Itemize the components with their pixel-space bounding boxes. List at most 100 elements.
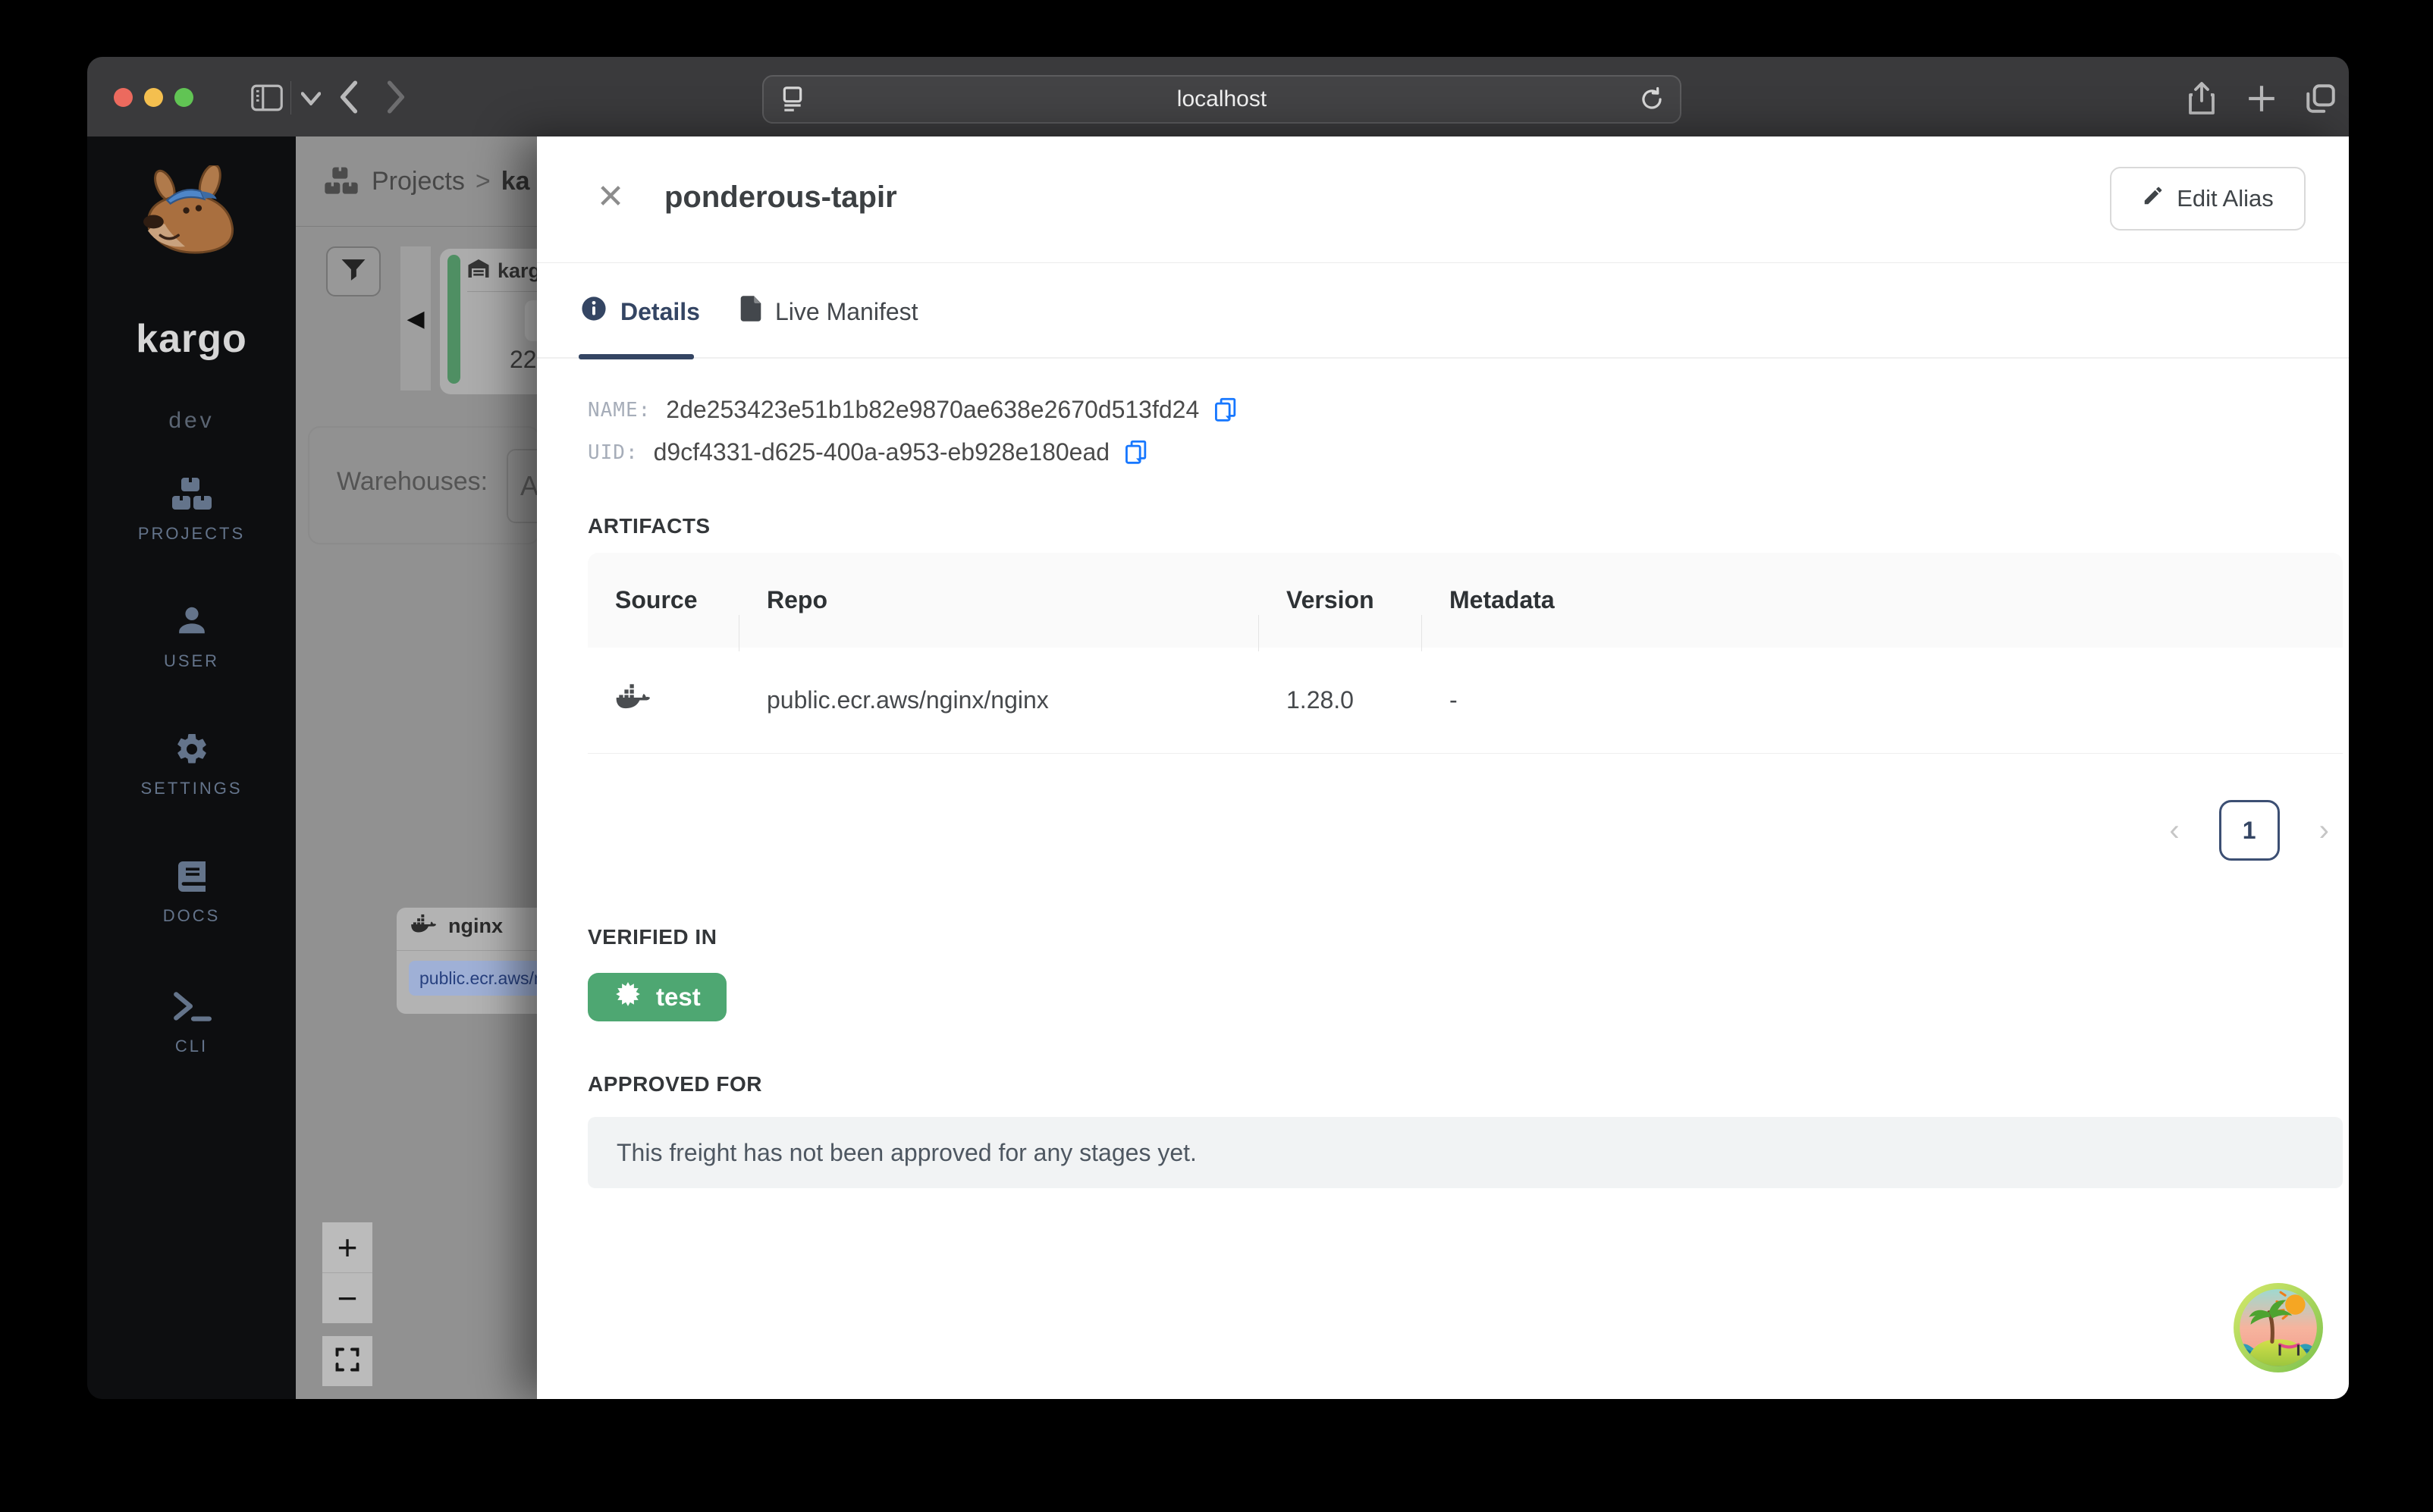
minimize-window-button[interactable] (144, 88, 163, 107)
filter-button[interactable] (326, 246, 381, 296)
breadcrumb-separator: > (475, 166, 491, 196)
address-text[interactable]: localhost (805, 86, 1639, 112)
breadcrumb: Projects > ka (296, 136, 537, 227)
kargo-mascot-logo (87, 163, 296, 264)
verified-in-heading: VERIFIED IN (588, 925, 717, 949)
column-header-metadata: Metadata (1449, 586, 1555, 613)
toolbar-divider (290, 81, 291, 114)
breadcrumb-current-project[interactable]: ka (501, 167, 530, 196)
docker-icon (615, 683, 650, 717)
close-window-button[interactable] (114, 88, 133, 107)
refresh-icon[interactable] (1639, 86, 1665, 112)
docker-icon (410, 914, 436, 939)
chevron-down-icon[interactable] (301, 92, 321, 105)
table-header-row: Source Repo Version Metadata (588, 553, 2343, 651)
forward-button[interactable] (385, 80, 407, 114)
minus-icon: − (337, 1278, 358, 1318)
active-tab-indicator (579, 354, 694, 359)
boxes-icon (325, 166, 358, 196)
warehouses-label: Warehouses: (337, 467, 488, 496)
tab-label: Live Manifest (775, 297, 918, 325)
sidebar-item-label: USER (163, 651, 220, 670)
copy-icon[interactable] (1125, 440, 1147, 466)
card-divider (467, 291, 537, 292)
warehouses-filter-select[interactable]: Al (507, 449, 537, 523)
drawer-header: ✕ ponderous-tapir Edit Alias (537, 136, 2349, 263)
share-icon[interactable] (2187, 81, 2217, 116)
warehouse-pipeline-card[interactable]: karg 22 (440, 249, 537, 394)
sidebar-item-label: PROJECTS (137, 524, 246, 543)
sidebar-item-cli[interactable]: CLI (87, 989, 296, 1056)
node-title: nginx (448, 914, 503, 937)
background-page: Projects > ka ◀ karg 22 Warehouses: A ng… (296, 136, 537, 1399)
artifacts-table: Source Repo Version Metadata public.ecr.… (588, 553, 2343, 754)
plus-icon: + (337, 1228, 358, 1267)
nginx-stage-node[interactable]: nginx public.ecr.aws/nginx (397, 908, 537, 1014)
approved-for-heading: APPROVED FOR (588, 1072, 763, 1096)
sidebar-item-docs[interactable]: DOCS (87, 858, 296, 926)
node-repo-pill[interactable]: public.ecr.aws/nginx (409, 961, 537, 996)
name-label: NAME: (588, 398, 651, 422)
tab-live-manifest[interactable]: Live Manifest (740, 296, 918, 328)
sidebar-item-label: DOCS (162, 906, 221, 925)
boxes-icon (171, 478, 212, 516)
approved-for-empty-state: This freight has not been approved for a… (588, 1117, 2343, 1188)
pencil-icon (2142, 184, 2165, 213)
column-header-source: Source (588, 586, 739, 651)
zoom-in-button[interactable]: + (322, 1222, 372, 1273)
next-page-icon[interactable]: › (2319, 815, 2329, 845)
file-icon (740, 296, 761, 328)
back-button[interactable] (337, 80, 360, 114)
sidebar-toggle-icon[interactable] (251, 84, 283, 111)
info-icon (581, 296, 607, 328)
previous-page-icon[interactable]: ‹ (2169, 815, 2179, 845)
table-pagination: ‹ 1 › (588, 800, 2343, 861)
collapse-panel-handle[interactable]: ◀ (400, 246, 431, 391)
sidebar-item-user[interactable]: USER (87, 604, 296, 671)
warehouses-filter-value: Al (520, 470, 537, 501)
new-tab-icon[interactable] (2246, 83, 2278, 114)
verified-stage-badge[interactable]: test (588, 973, 727, 1021)
copy-icon[interactable] (1214, 397, 1237, 423)
reader-icon[interactable] (780, 86, 805, 112)
user-icon (174, 607, 210, 643)
environment-label: dev (168, 408, 215, 433)
card-divider (397, 950, 537, 951)
sidebar-item-projects[interactable]: PROJECTS (87, 476, 296, 544)
close-icon[interactable]: ✕ (584, 170, 637, 223)
freight-details-drawer: ✕ ponderous-tapir Edit Alias Details Liv… (537, 136, 2349, 1399)
desert-island-badge (2232, 1281, 2325, 1374)
fullscreen-window-button[interactable] (174, 88, 193, 107)
stage-status-bar (447, 255, 460, 384)
page-number-button[interactable]: 1 (2218, 800, 2280, 861)
freight-uid-value: d9cf4331-d625-400a-a953-eb928e180ead (653, 438, 1110, 466)
tab-label: Details (620, 297, 700, 325)
sidebar-item-settings[interactable]: SETTINGS (87, 731, 296, 798)
address-bar[interactable]: localhost (762, 75, 1681, 124)
freight-pill[interactable] (525, 300, 537, 341)
browser-titlebar: localhost (87, 57, 2349, 137)
version-cell: 1.28.0 (1286, 686, 1354, 714)
fit-view-button[interactable] (322, 1336, 372, 1386)
table-row[interactable]: public.ecr.aws/nginx/nginx 1.28.0 - (588, 648, 2343, 754)
edit-alias-button[interactable]: Edit Alias (2110, 167, 2306, 231)
breadcrumb-projects-link[interactable]: Projects (372, 167, 465, 196)
stage-name: test (656, 983, 701, 1011)
node-repo-text: public.ecr.aws/nginx (419, 968, 537, 988)
warehouse-name: karg (498, 259, 537, 282)
book-icon (174, 861, 210, 898)
uid-label: UID: (588, 441, 639, 464)
zoom-out-button[interactable]: − (322, 1273, 372, 1323)
freight-uid-row: UID: d9cf4331-d625-400a-a953-eb928e180ea… (588, 438, 1147, 466)
metadata-cell: - (1449, 686, 1458, 714)
stage-seal-icon (614, 980, 642, 1015)
sidebar-item-label: CLI (174, 1037, 209, 1056)
sidebar-item-label: SETTINGS (140, 779, 243, 798)
collapse-left-icon: ◀ (407, 306, 425, 331)
source-cell (588, 683, 739, 718)
tab-overview-icon[interactable] (2303, 81, 2338, 116)
tab-details[interactable]: Details (581, 296, 700, 328)
column-header-version: Version (1259, 586, 1422, 651)
funnel-icon (341, 258, 366, 286)
app-sidebar: kargo dev PROJECTS USER SETTINGS DOCS CL… (87, 136, 296, 1399)
